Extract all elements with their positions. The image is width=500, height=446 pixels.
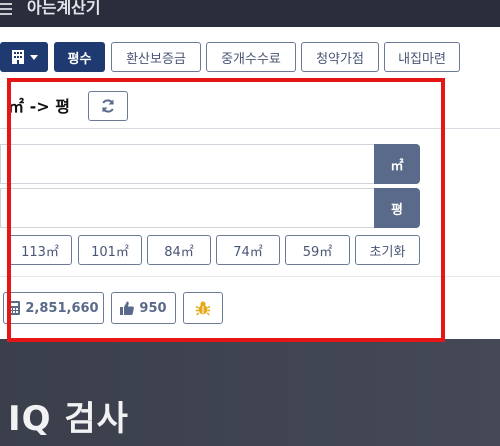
thumbs-up-icon (120, 301, 135, 315)
building-icon (12, 50, 24, 64)
app-header: 아는계산기 (0, 0, 500, 27)
tab-home-purchase[interactable]: 내집마련 (384, 42, 460, 72)
home-dropdown-button[interactable] (0, 42, 48, 72)
banner-title: IQ 검사 (8, 399, 129, 439)
bug-report-button[interactable] (183, 292, 223, 324)
usage-count-button[interactable]: 2,851,660 (3, 292, 104, 324)
preset-113-button[interactable]: 113㎡ (8, 235, 72, 265)
preset-74-button[interactable]: 74㎡ (216, 235, 280, 265)
chevron-down-icon (30, 54, 38, 60)
sqm-input-group: ㎡ (0, 144, 420, 184)
tab-converted-deposit[interactable]: 환산보증금 (111, 42, 201, 72)
like-button[interactable]: 950 (111, 292, 176, 324)
pyeong-input[interactable] (0, 188, 374, 228)
refresh-icon (102, 99, 114, 113)
calculator-icon (8, 301, 21, 315)
app-title: 아는계산기 (27, 0, 101, 17)
menu-icon[interactable] (0, 3, 12, 17)
toolbar: 평수 환산보증금 중개수수료 청약가점 내집마련 (0, 27, 500, 77)
card-header: ㎡ -> 평 (0, 77, 500, 129)
sqm-unit-label: ㎡ (374, 144, 420, 184)
like-count: 950 (139, 300, 167, 316)
preset-101-button[interactable]: 101㎡ (78, 235, 142, 265)
divider (0, 276, 500, 277)
converter-card: ㎡ -> 평 ㎡ 평 113㎡ 101㎡ 84㎡ 74㎡ 59㎡ 초기화 2,8… (0, 77, 500, 339)
iq-test-banner[interactable]: IQ 검사 (0, 339, 500, 446)
tab-brokerage-fee[interactable]: 중개수수료 (206, 42, 296, 72)
sqm-input[interactable] (0, 144, 374, 184)
pyeong-input-group: 평 (0, 188, 420, 228)
tab-pyeong[interactable]: 평수 (54, 42, 105, 72)
usage-count: 2,851,660 (25, 300, 99, 316)
tab-subscription-score[interactable]: 청약가점 (301, 42, 379, 72)
pyeong-unit-label: 평 (374, 188, 420, 228)
refresh-button[interactable] (88, 91, 128, 121)
reset-button[interactable]: 초기화 (355, 235, 420, 265)
preset-84-button[interactable]: 84㎡ (147, 235, 211, 265)
bug-icon (195, 301, 211, 316)
card-title: ㎡ -> 평 (8, 97, 70, 116)
preset-59-button[interactable]: 59㎡ (285, 235, 350, 265)
